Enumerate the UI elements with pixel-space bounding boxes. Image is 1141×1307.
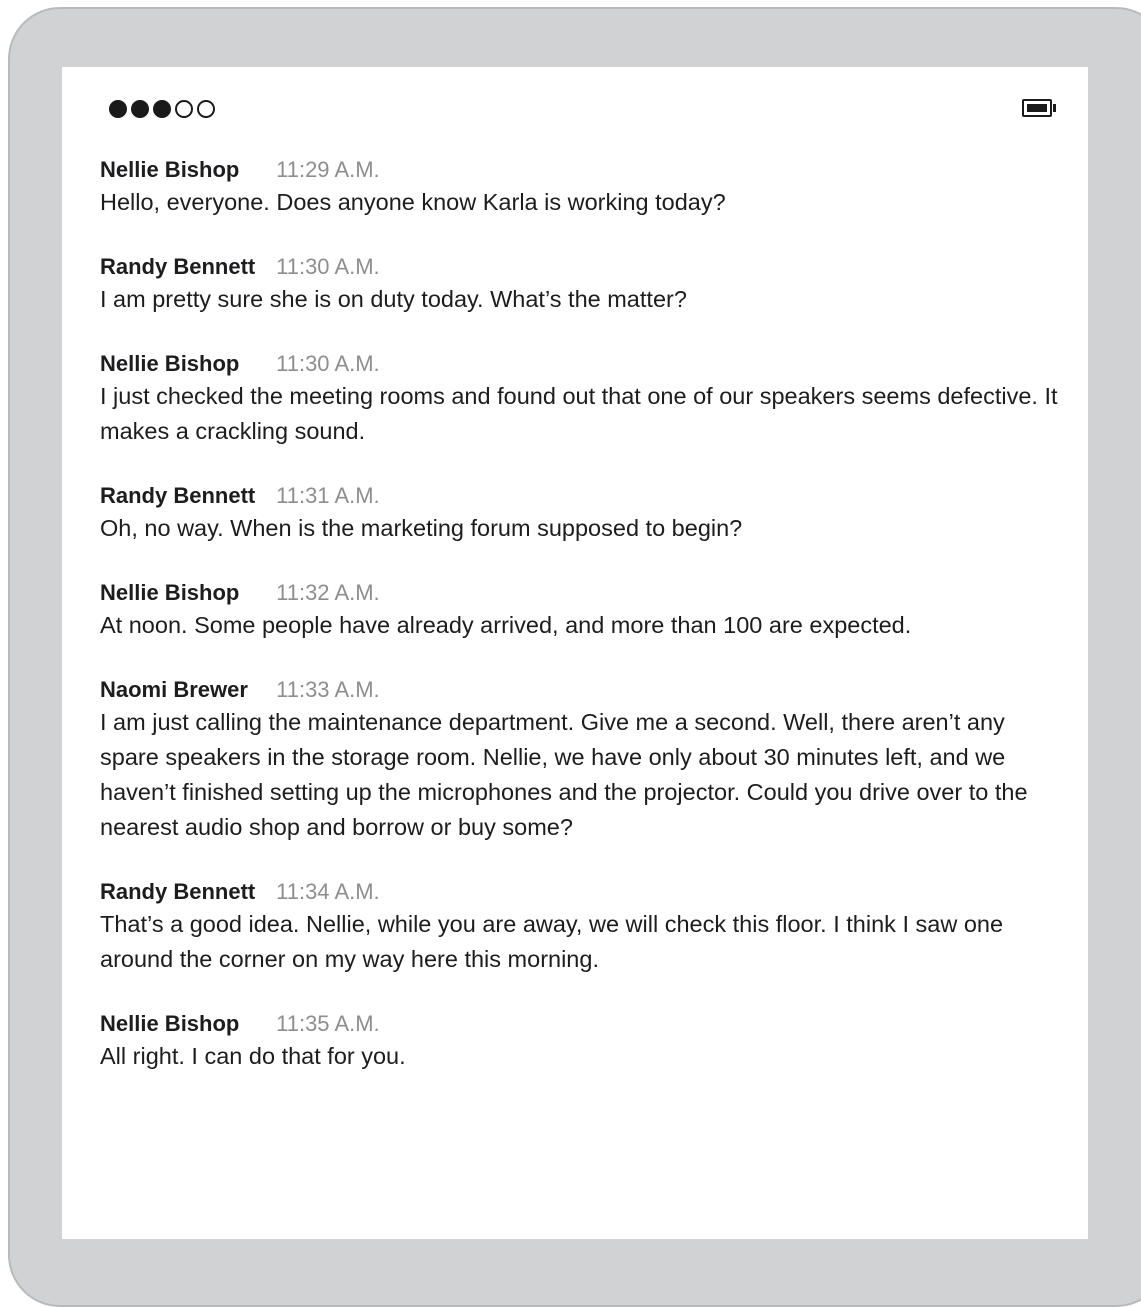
message-header: Nellie Bishop 11:29 A.M. <box>100 155 1060 185</box>
signal-dot <box>175 100 193 118</box>
chat-message: Randy Bennett 11:34 A.M. That’s a good i… <box>100 877 1060 977</box>
chat-message: Nellie Bishop 11:32 A.M. At noon. Some p… <box>100 578 1060 643</box>
message-text: I just checked the meeting rooms and fou… <box>100 383 1058 444</box>
chat-message: Nellie Bishop 11:35 A.M. All right. I ca… <box>100 1009 1060 1074</box>
message-header: Randy Bennett 11:31 A.M. <box>100 481 1060 511</box>
message-text: All right. I can do that for you. <box>100 1043 406 1069</box>
device-frame: Nellie Bishop 11:29 A.M. Hello, everyone… <box>8 7 1141 1307</box>
signal-dot <box>197 100 215 118</box>
message-list: Nellie Bishop 11:29 A.M. Hello, everyone… <box>100 155 1060 1106</box>
sender-name: Randy Bennett <box>100 483 256 508</box>
message-text: At noon. Some people have already arrive… <box>100 612 912 638</box>
chat-message: Nellie Bishop 11:30 A.M. I just checked … <box>100 349 1060 449</box>
chat-message: Randy Bennett 11:31 A.M. Oh, no way. Whe… <box>100 481 1060 546</box>
battery-icon <box>1022 99 1058 119</box>
signal-strength-icon <box>109 100 215 118</box>
message-text: I am just calling the maintenance depart… <box>100 709 1028 840</box>
message-text: I am pretty sure she is on duty today. W… <box>100 286 687 312</box>
sender-name: Naomi Brewer <box>100 677 248 702</box>
signal-dot <box>131 100 149 118</box>
sender-name: Randy Bennett <box>100 879 256 904</box>
message-text: Oh, no way. When is the marketing forum … <box>100 515 743 541</box>
message-header: Naomi Brewer 11:33 A.M. <box>100 675 1060 705</box>
message-time: 11:30 A.M. <box>276 254 380 279</box>
message-time: 11:29 A.M. <box>276 157 380 182</box>
message-text: Hello, everyone. Does anyone know Karla … <box>100 189 726 215</box>
message-time: 11:33 A.M. <box>276 677 380 702</box>
chat-message: Randy Bennett 11:30 A.M. I am pretty sur… <box>100 252 1060 317</box>
message-header: Nellie Bishop 11:30 A.M. <box>100 349 1060 379</box>
message-time: 11:32 A.M. <box>276 580 380 605</box>
message-time: 11:30 A.M. <box>276 351 380 376</box>
battery-level <box>1027 104 1047 112</box>
sender-name: Nellie Bishop <box>100 580 240 605</box>
sender-name: Nellie Bishop <box>100 1011 240 1036</box>
battery-body <box>1022 99 1052 117</box>
signal-dot <box>109 100 127 118</box>
signal-dot <box>153 100 171 118</box>
chat-message: Nellie Bishop 11:29 A.M. Hello, everyone… <box>100 155 1060 220</box>
battery-tip <box>1053 104 1056 112</box>
sender-name: Nellie Bishop <box>100 351 240 376</box>
message-text: That’s a good idea. Nellie, while you ar… <box>100 911 1004 972</box>
chat-screen: Nellie Bishop 11:29 A.M. Hello, everyone… <box>62 67 1088 1239</box>
message-header: Randy Bennett 11:34 A.M. <box>100 877 1060 907</box>
message-header: Nellie Bishop 11:32 A.M. <box>100 578 1060 608</box>
chat-message: Naomi Brewer 11:33 A.M. I am just callin… <box>100 675 1060 845</box>
sender-name: Nellie Bishop <box>100 157 240 182</box>
sender-name: Randy Bennett <box>100 254 256 279</box>
message-time: 11:31 A.M. <box>276 483 380 508</box>
message-time: 11:35 A.M. <box>276 1011 380 1036</box>
message-time: 11:34 A.M. <box>276 879 380 904</box>
status-bar <box>109 99 1058 125</box>
message-header: Nellie Bishop 11:35 A.M. <box>100 1009 1060 1039</box>
message-header: Randy Bennett 11:30 A.M. <box>100 252 1060 282</box>
